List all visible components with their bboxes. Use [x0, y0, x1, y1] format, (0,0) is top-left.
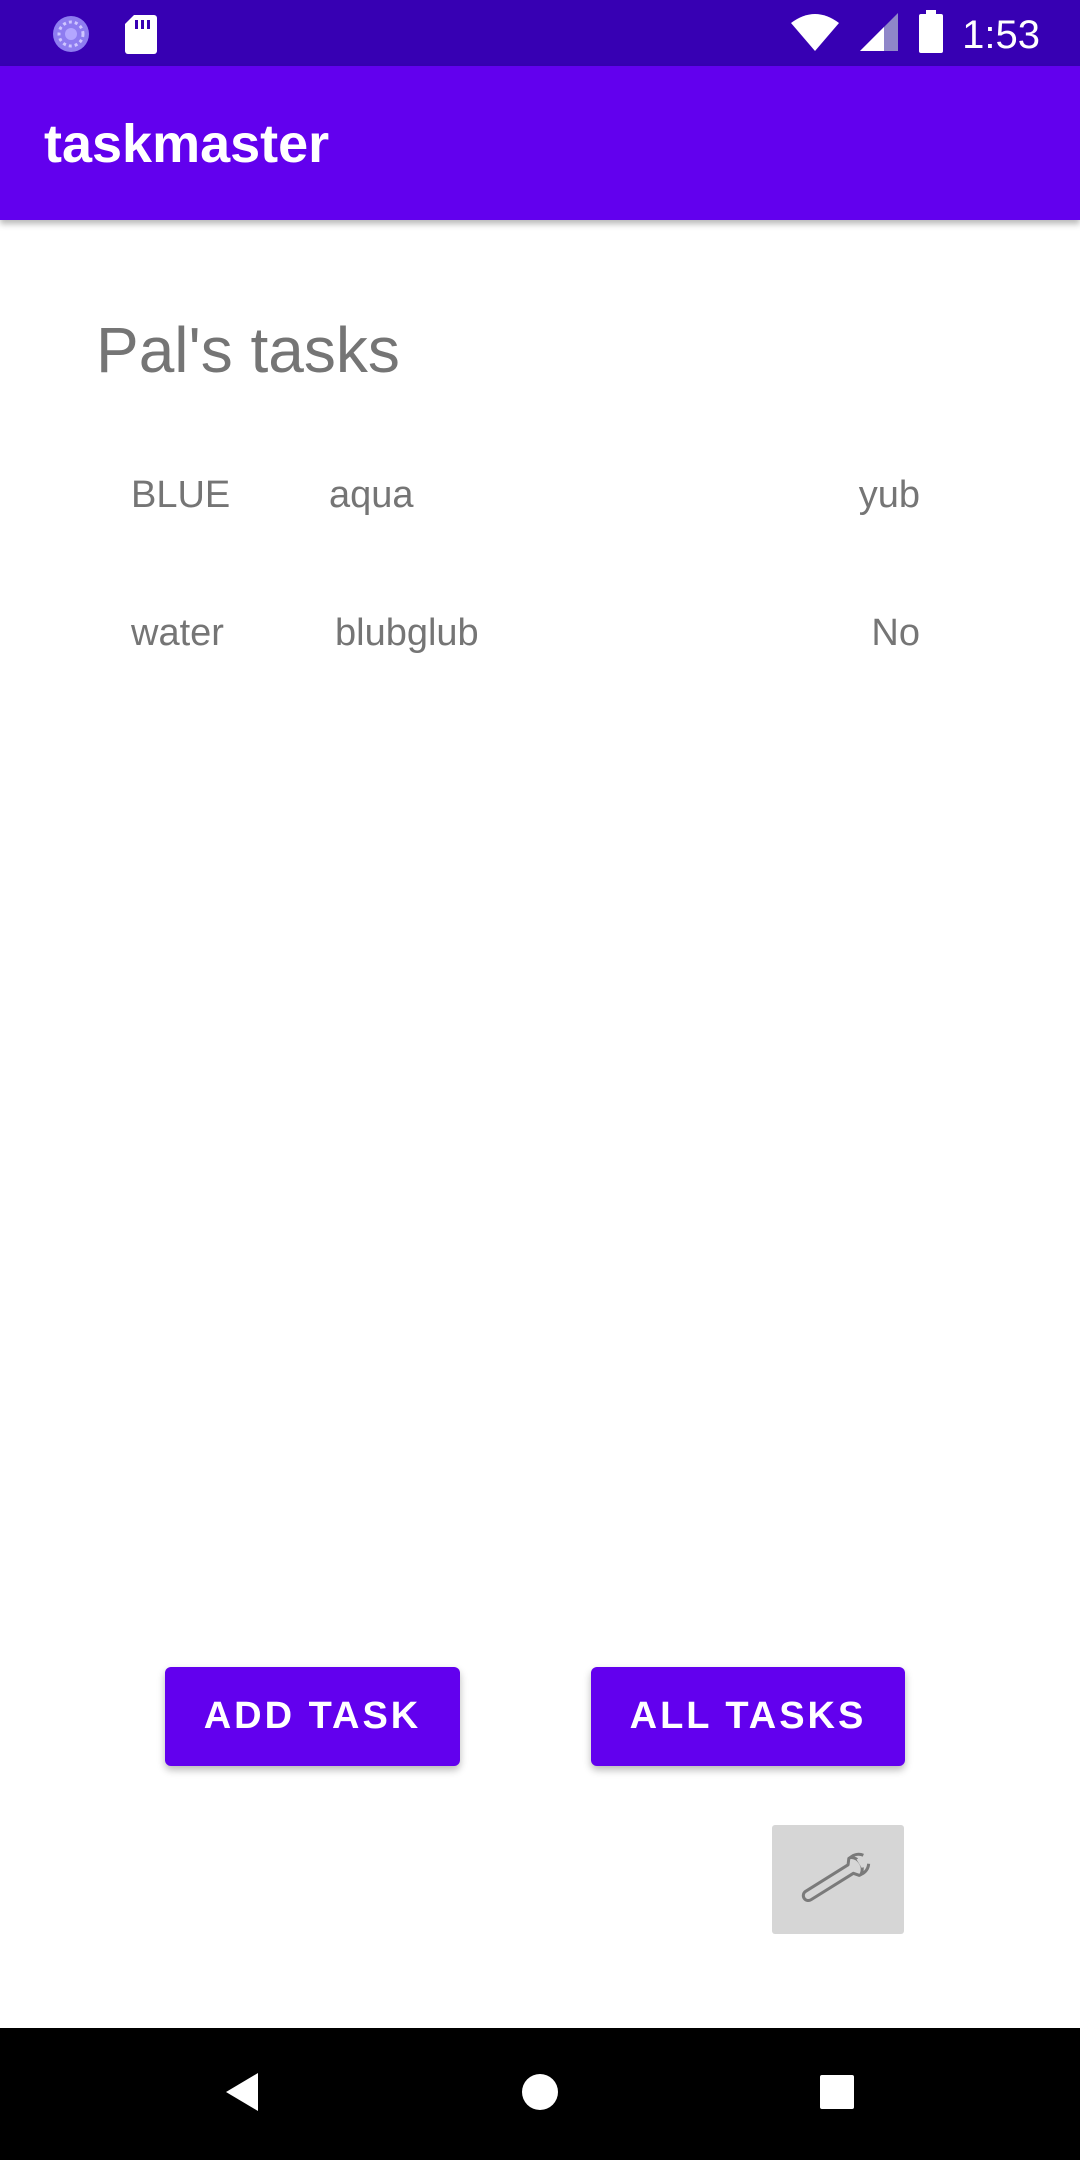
task-body: blubglub [335, 612, 479, 654]
cellular-signal-icon [858, 11, 900, 58]
wrench-icon [795, 1845, 881, 1914]
page-title: Pal's tasks [96, 314, 400, 386]
recents-icon [819, 2074, 855, 2115]
task-body: aqua [329, 474, 414, 516]
recents-button[interactable] [807, 2064, 867, 2124]
app-bar: taskmaster [0, 66, 1080, 220]
task-title: BLUE [131, 474, 231, 516]
back-button[interactable] [212, 2064, 272, 2124]
status-left-icons [50, 13, 158, 60]
all-tasks-button[interactable]: ALL TASKS [591, 1667, 905, 1766]
task-row[interactable]: BLUE aqua yub [0, 465, 1080, 525]
task-title: water [131, 612, 224, 654]
sync-icon [50, 13, 92, 60]
home-icon [520, 2072, 560, 2117]
wifi-icon [790, 11, 840, 58]
navigation-bar [0, 2028, 1080, 2160]
task-state: yub [858, 474, 920, 516]
task-state: No [871, 612, 920, 654]
status-time: 1:53 [962, 12, 1040, 57]
app-title: taskmaster [44, 114, 330, 174]
settings-button[interactable] [772, 1825, 904, 1934]
home-button[interactable] [510, 2064, 570, 2124]
task-row[interactable]: water blubglub No [0, 603, 1080, 663]
battery-icon [918, 10, 944, 59]
add-task-button[interactable]: ADD TASK [165, 1667, 460, 1766]
back-icon [222, 2071, 262, 2118]
status-right-icons: 1:53 [790, 10, 1040, 59]
sd-card-icon [124, 13, 158, 60]
status-bar: 1:53 [0, 0, 1080, 66]
